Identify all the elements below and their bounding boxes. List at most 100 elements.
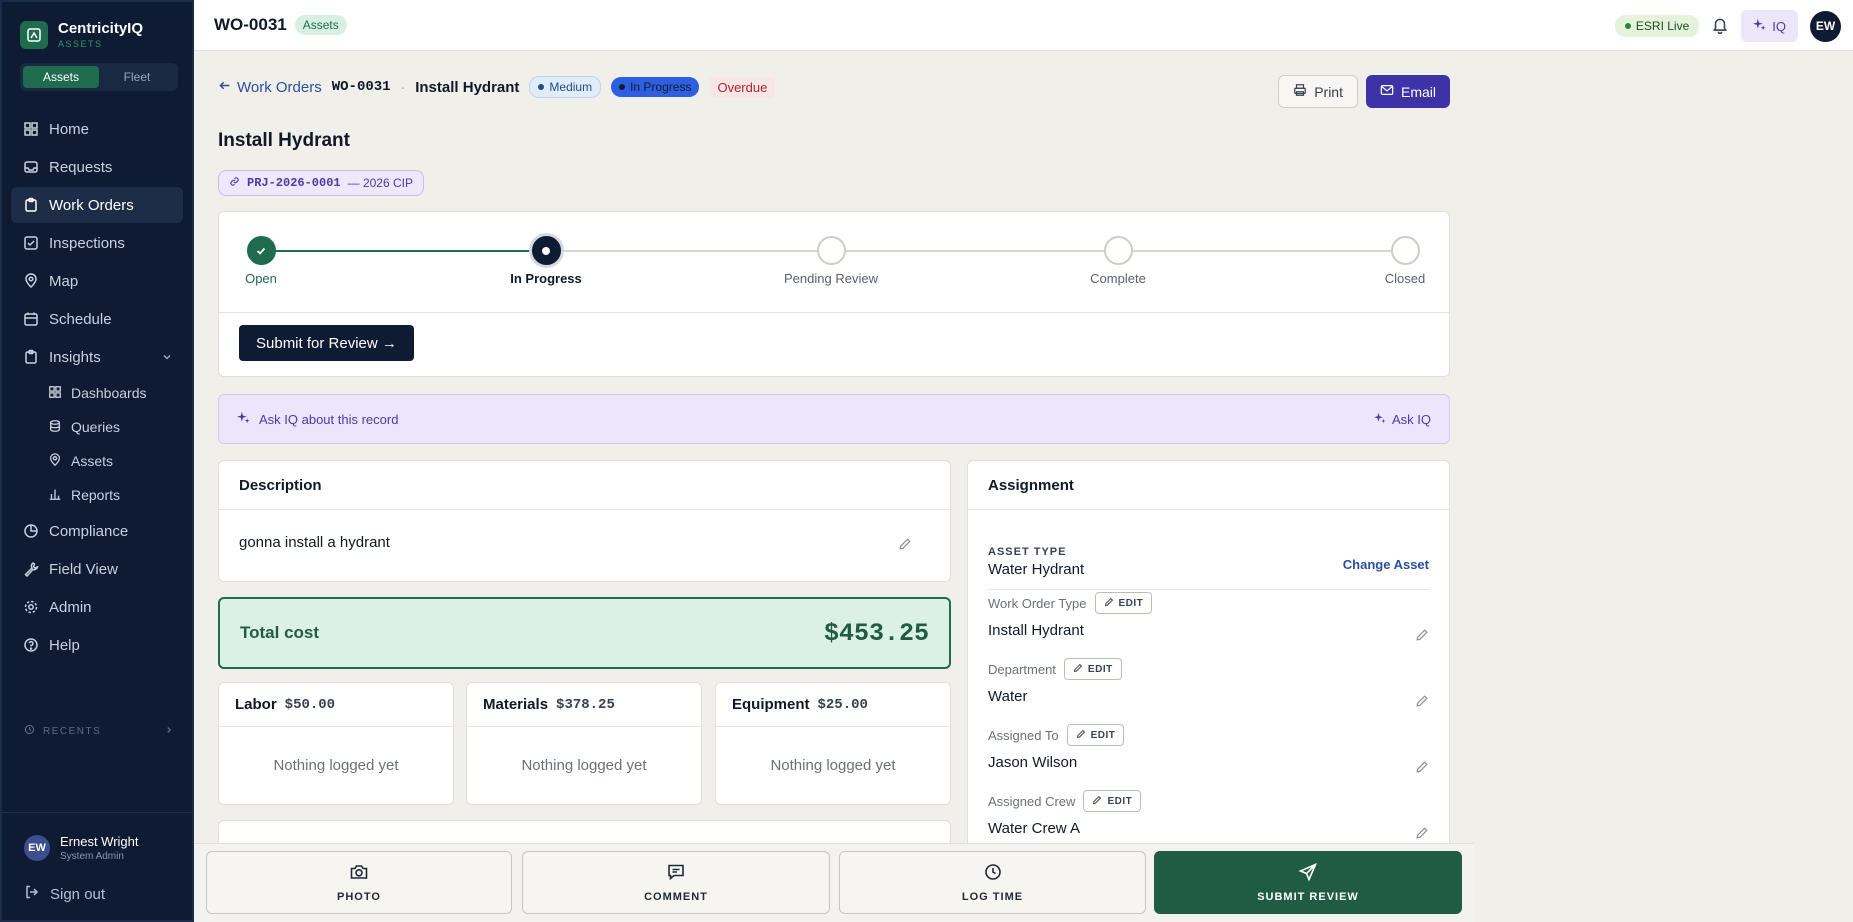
description-text: gonna install a hydrant [239,534,390,551]
sidebar-item-schedule[interactable]: Schedule [11,301,183,337]
sidebar-item-field-view[interactable]: Field View [11,551,183,587]
sidebar-item-map[interactable]: Map [11,263,183,299]
step-pending-review: Pending Review [771,236,891,286]
sidebar-subitem-queries[interactable]: Queries [38,411,183,443]
edit-button[interactable]: EDIT [1083,790,1142,812]
sidebar-item-requests[interactable]: Requests [11,149,183,185]
bottom-action-bar: PHOTO COMMENT LOG TIME SUBMIT REVIEW [194,843,1474,922]
pie-icon [23,523,39,539]
user-role: System Admin [60,851,124,862]
pencil-icon[interactable] [1415,760,1429,774]
total-cost-label: Total cost [240,623,320,642]
top-bar: WO-0031 Assets ESRI Live IQ EW [194,0,1853,51]
pencil-icon[interactable] [898,537,912,551]
bell-icon[interactable] [1711,16,1729,37]
segment-fleet[interactable]: Fleet [99,66,175,88]
ask-iq-button[interactable]: Ask IQ [1373,411,1431,427]
edit-button[interactable]: EDIT [1063,658,1122,680]
inbox-icon [23,159,39,175]
breadcrumb-separator: · [400,79,406,95]
cost-label: Materials [483,696,549,713]
step-open: Open [201,236,321,286]
ask-iq-banner: Ask IQ about this record Ask IQ [218,394,1450,444]
field-label: Assigned To [988,727,1059,743]
pencil-icon[interactable] [1415,628,1429,642]
sidebar-item-label: Requests [49,158,113,176]
photo-label: PHOTO [337,891,381,903]
submit-review-label: SUBMIT REVIEW [1257,891,1359,903]
sidebar-subitem-reports[interactable]: Reports [38,479,183,511]
sidebar-item-admin[interactable]: Admin [11,589,183,625]
calendar-icon [23,311,39,327]
link-icon [229,176,240,190]
step-label: Complete [1090,271,1146,286]
brand[interactable]: CentricityIQ ASSETS [2,2,192,49]
field-label: Assigned Crew [988,793,1076,809]
iq-button[interactable]: IQ [1741,10,1798,42]
change-asset-link[interactable]: Change Asset [1343,557,1429,572]
user-profile[interactable]: EW Ernest Wright System Admin [24,834,139,862]
clipboard-icon [23,349,39,365]
edit-button[interactable]: EDIT [1066,724,1125,746]
sidebar-item-label: Work Orders [49,196,134,214]
sidebar-item-home[interactable]: Home [11,111,183,147]
sign-out-label: Sign out [50,885,106,903]
back-to-work-orders-link[interactable]: Work Orders [218,79,322,96]
status-dot-icon [1624,23,1631,29]
record-title: Install Hydrant [218,130,350,151]
sparkle-icon [1753,18,1766,34]
sidebar-item-insights[interactable]: Insights [11,339,183,375]
grid-icon [23,121,39,137]
submit-for-review-button[interactable]: Submit for Review → [239,325,414,361]
ask-iq-button-label: Ask IQ [1391,411,1431,427]
segment-assets[interactable]: Assets [23,66,99,88]
map-pin-icon [23,273,39,289]
chevron-down-icon[interactable] [161,350,173,367]
empty-step-icon [816,236,846,265]
sidebar-subitem-label: Reports [71,487,121,503]
sidebar-subitem-dashboards[interactable]: Dashboards [38,377,183,409]
divider [2,812,192,813]
description-card: Description gonna install a hydrant [218,460,951,582]
step-label: Pending Review [784,271,878,286]
sidebar-item-help[interactable]: Help [11,627,183,663]
submit-review-button[interactable]: SUBMIT REVIEW [1154,851,1462,914]
sidebar-item-inspections[interactable]: Inspections [11,225,183,261]
help-icon [23,637,39,653]
step-in-progress: In Progress [486,236,606,286]
print-button[interactable]: Print [1278,75,1358,108]
priority-dot-icon [538,84,545,90]
pencil-icon[interactable] [1415,826,1429,840]
photo-button[interactable]: PHOTO [206,851,512,914]
printer-icon [1293,83,1307,100]
comment-icon [666,862,686,885]
field-work-order-type: Work Order Type EDIT Install Hydrant [988,592,1429,642]
field-label: Work Order Type [988,595,1087,611]
print-label: Print [1314,83,1343,100]
recents-toggle[interactable]: RECENTS [24,724,174,738]
comment-button[interactable]: COMMENT [522,851,830,914]
sidebar-item-label: Inspections [49,234,125,252]
comment-label: COMMENT [644,891,708,903]
email-button[interactable]: Email [1365,75,1450,108]
sidebar-item-label: Home [49,120,90,138]
sign-out-button[interactable]: Sign out [24,884,105,904]
project-link[interactable]: PRJ-2026-0001 — 2026 CIP [218,170,424,196]
cost-value: $378.25 [556,696,615,713]
bar-chart-icon [48,487,62,504]
sidebar-item-work-orders[interactable]: Work Orders [11,187,183,223]
logo-icon [20,20,48,49]
mail-icon [1380,83,1394,100]
edit-button[interactable]: EDIT [1094,592,1153,614]
pencil-icon[interactable] [1415,694,1429,708]
sidebar-subitem-assets[interactable]: Assets [38,445,183,477]
sidebar-item-compliance[interactable]: Compliance [11,513,183,549]
empty-state: Nothing logged yet [273,757,399,774]
avatar[interactable]: EW [1810,10,1841,42]
log-time-button[interactable]: LOG TIME [839,851,1146,914]
sidebar-item-label: Map [49,272,79,290]
back-label: Work Orders [237,78,322,96]
empty-step-icon [1390,236,1420,265]
breadcrumb: Work Orders WO-0031 · Install Hydrant Me… [218,76,776,98]
equipment-cost-card: Equipment $25.00 Nothing logged yet [715,682,951,805]
